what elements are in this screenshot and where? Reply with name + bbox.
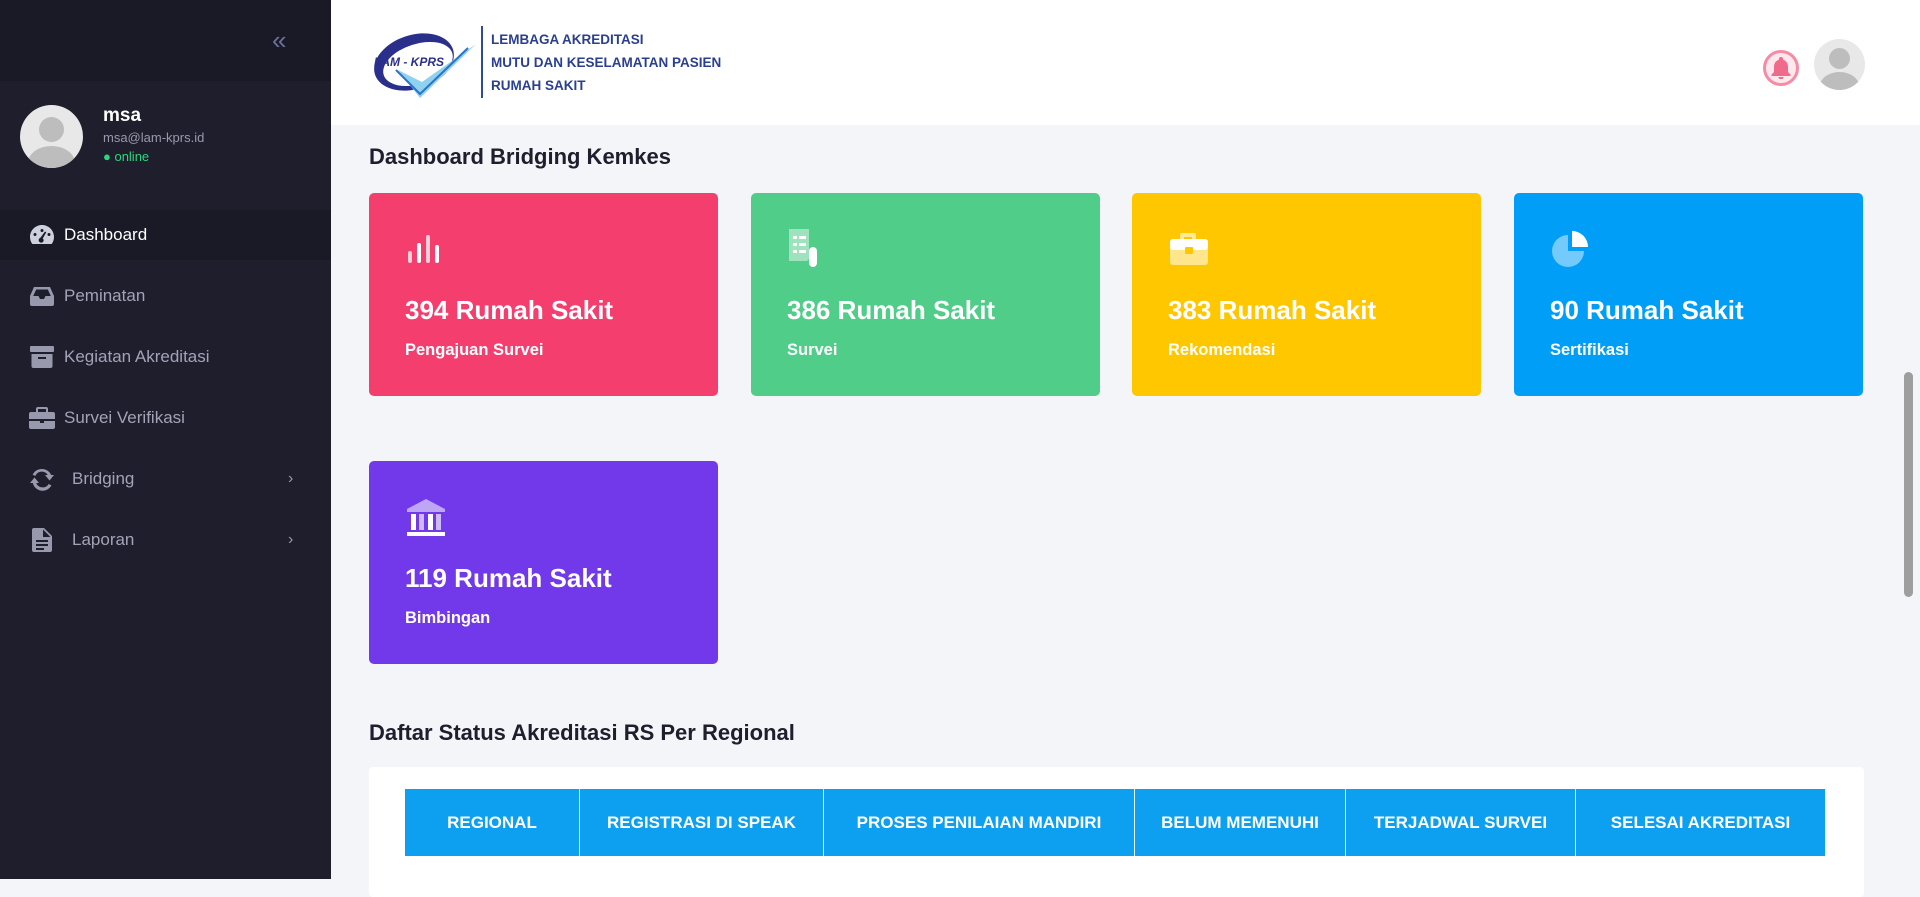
card-value: 119 Rumah Sakit: [405, 563, 612, 593]
column-header[interactable]: REGIONAL: [405, 789, 580, 856]
card-value: 383 Rumah Sakit: [1168, 295, 1377, 325]
column-header[interactable]: REGISTRASI DI SPEAK: [580, 789, 824, 856]
archive-icon: [28, 345, 56, 369]
card-label: Pengajuan Survei: [405, 341, 544, 359]
pie-chart-icon: [1552, 231, 1588, 267]
column-header[interactable]: BELUM MEMENUHI: [1135, 789, 1346, 856]
card-label: Sertifikasi: [1550, 341, 1629, 359]
logo-mark-text: LAM - KPRS: [374, 55, 444, 69]
stat-card-sertifikasi[interactable]: 90 Rumah Sakit Sertifikasi: [1514, 193, 1863, 396]
sync-icon: [28, 467, 56, 491]
sidebar-item-peminatan[interactable]: Peminatan: [0, 265, 331, 326]
bar-chart-icon: [408, 235, 439, 263]
org-line-3: RUMAH SAKIT: [491, 78, 586, 93]
document-icon: [28, 527, 56, 552]
sidebar-item-survei-verifikasi[interactable]: Survei Verifikasi: [0, 387, 331, 448]
logo-icon: LAM - KPRS: [374, 33, 476, 98]
column-header[interactable]: TERJADWAL SURVEI: [1346, 789, 1576, 856]
page-scrollbar[interactable]: [1904, 372, 1913, 597]
chevron-right-icon: ›: [288, 530, 294, 548]
sidebar-nav: Dashboard Peminatan Kegiatan Akreditasi …: [0, 210, 331, 570]
stat-card-pengajuan-survei[interactable]: 394 Rumah Sakit Pengajuan Survei: [369, 193, 718, 396]
column-header[interactable]: SELESAI AKREDITASI: [1576, 789, 1825, 856]
status-table: REGIONAL REGISTRASI DI SPEAK PROSES PENI…: [369, 767, 1864, 897]
card-label: Bimbingan: [405, 609, 491, 627]
online-status: ● online: [103, 149, 150, 164]
sidebar-item-label: Kegiatan Akreditasi: [64, 346, 210, 366]
card-value: 90 Rumah Sakit: [1550, 295, 1744, 325]
card-value: 386 Rumah Sakit: [787, 295, 996, 325]
survey-icon: [789, 229, 817, 267]
card-value: 394 Rumah Sakit: [405, 295, 614, 325]
sidebar-item-label: Dashboard: [64, 225, 148, 244]
collapse-sidebar-icon[interactable]: «: [272, 26, 286, 54]
sidebar-top: «: [0, 0, 331, 81]
header-avatar[interactable]: [1814, 39, 1865, 90]
dashboard-title: Dashboard Bridging Kemkes: [369, 144, 671, 169]
sidebar-item-kegiatan-akreditasi[interactable]: Kegiatan Akreditasi: [0, 326, 331, 387]
notification-bell-icon[interactable]: [1763, 50, 1799, 86]
avatar[interactable]: [20, 105, 83, 168]
user-name: msa: [103, 105, 142, 126]
sidebar-item-label: Bridging: [72, 468, 135, 488]
chevron-right-icon: ›: [288, 469, 294, 487]
institution-icon: [407, 499, 445, 536]
sidebar-item-laporan[interactable]: Laporan ›: [0, 509, 331, 570]
inbox-icon: [28, 284, 56, 308]
sidebar: « msa msa@lam-kprs.id ● online Dashboard…: [0, 0, 331, 879]
organization-name: LEMBAGA AKREDITASI MUTU DAN KESELAMATAN …: [491, 28, 721, 97]
status-table-title: Daftar Status Akreditasi RS Per Regional: [369, 720, 795, 745]
sidebar-item-label: Survei Verifikasi: [64, 407, 185, 427]
logo-divider: [481, 26, 483, 98]
sidebar-item-bridging[interactable]: Bridging ›: [0, 448, 331, 509]
gauge-icon: [28, 223, 56, 247]
table-header-row: REGIONAL REGISTRASI DI SPEAK PROSES PENI…: [405, 789, 1825, 856]
stat-card-survei[interactable]: 386 Rumah Sakit Survei: [751, 193, 1100, 396]
sidebar-item-label: Peminatan: [64, 285, 146, 305]
sidebar-item-dashboard[interactable]: Dashboard: [0, 210, 331, 260]
user-email: msa@lam-kprs.id: [103, 130, 205, 145]
top-header: LAM - KPRS LEMBAGA AKREDITASI MUTU DAN K…: [331, 0, 1920, 125]
stat-card-bimbingan[interactable]: 119 Rumah Sakit Bimbingan: [369, 461, 718, 664]
column-header[interactable]: PROSES PENILAIAN MANDIRI: [824, 789, 1135, 856]
user-profile: msa msa@lam-kprs.id ● online: [0, 81, 331, 209]
briefcase-icon: [1170, 233, 1208, 265]
briefcase-icon: [28, 406, 56, 430]
org-line-1: LEMBAGA AKREDITASI: [491, 32, 644, 47]
card-label: Survei: [787, 341, 838, 359]
stat-card-rekomendasi[interactable]: 383 Rumah Sakit Rekomendasi: [1132, 193, 1481, 396]
sidebar-item-label: Laporan: [72, 529, 135, 549]
card-label: Rekomendasi: [1168, 341, 1276, 359]
org-line-2: MUTU DAN KESELAMATAN PASIEN: [491, 55, 722, 70]
